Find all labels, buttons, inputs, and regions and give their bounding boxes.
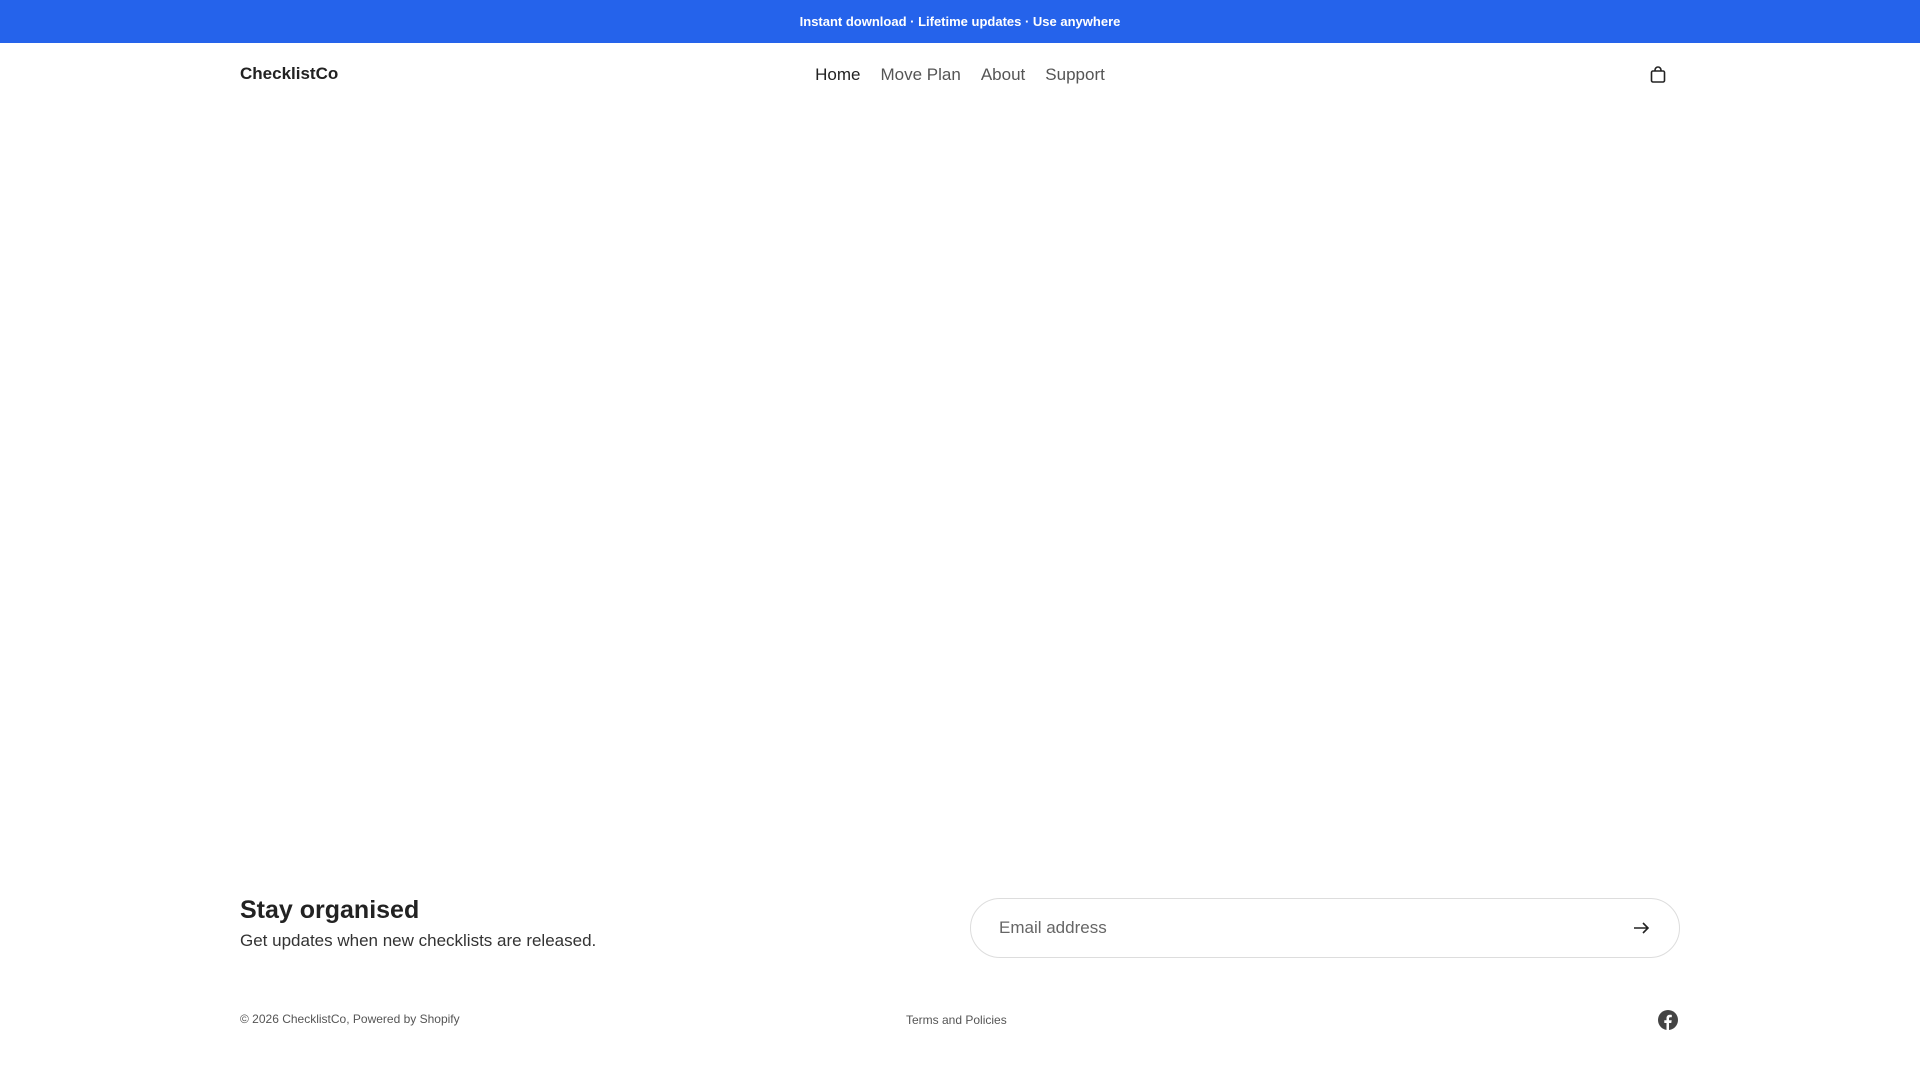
terms-link[interactable]: Terms and Policies xyxy=(906,1013,1007,1027)
arrow-right-icon[interactable] xyxy=(1631,918,1651,938)
shopping-bag-icon xyxy=(1650,66,1666,83)
nav-move-plan[interactable]: Move Plan xyxy=(881,65,961,85)
facebook-icon xyxy=(1658,1010,1678,1030)
newsletter-subtitle: Get updates when new checklists are rele… xyxy=(240,931,597,950)
nav-about[interactable]: About xyxy=(981,65,1025,85)
announcement-bar: Instant download · Lifetime updates · Us… xyxy=(0,0,1920,43)
cart-button[interactable] xyxy=(1648,65,1668,85)
main-nav: Home Move Plan About Support xyxy=(0,65,1920,85)
nav-home[interactable]: Home xyxy=(815,65,860,85)
newsletter-title: Stay organised xyxy=(240,896,420,924)
newsletter-form xyxy=(970,898,1680,958)
announcement-text: Instant download · Lifetime updates · Us… xyxy=(799,14,1121,29)
nav-support[interactable]: Support xyxy=(1045,65,1105,85)
facebook-link[interactable] xyxy=(1658,1010,1678,1030)
copyright: © 2026 ChecklistCo, Powered by Shopify xyxy=(240,1012,460,1026)
email-input[interactable] xyxy=(999,918,1631,938)
